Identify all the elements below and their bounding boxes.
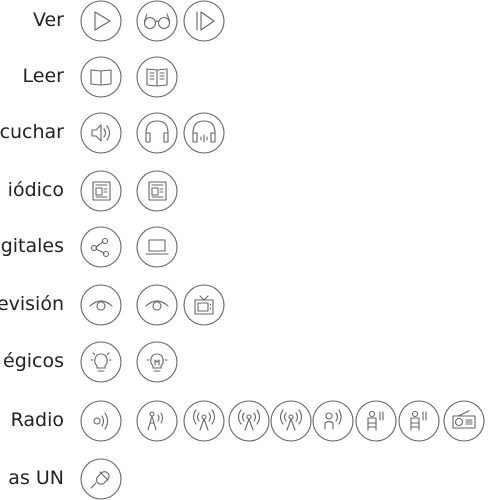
category-label: Leer [22,65,64,87]
radio-waves-icon[interactable] [80,400,122,442]
newspaper-icon[interactable] [80,170,122,212]
category-label: as UN [8,467,64,489]
row-television: evisión [0,284,500,326]
broadcast-icon[interactable] [183,400,225,442]
speaker-icon[interactable] [80,112,122,154]
category-label: iódico [7,179,64,201]
headphones-icon[interactable] [136,112,178,154]
book-lines-icon[interactable] [136,56,178,98]
newspaper-icon[interactable] [136,170,178,212]
share-nodes-icon[interactable] [80,226,122,268]
category-label: égicos [3,350,64,372]
lightbulb-filament-icon[interactable] [136,341,178,383]
antenna-icon[interactable] [136,400,178,442]
row-radio: Radio [0,400,500,442]
tower-icon[interactable] [355,400,397,442]
play-icon[interactable] [80,0,122,42]
row-digitales: gitales [0,226,500,268]
row-escuchar: cuchar [0,112,500,154]
glasses-icon[interactable] [136,0,178,42]
tv-icon[interactable] [183,284,225,326]
row-periodico: iódico [0,170,500,212]
lightbulb-icon[interactable] [80,341,122,383]
microphone-icon[interactable] [80,458,122,500]
radio-set-icon[interactable] [443,400,485,442]
row-leer: Leer [0,56,500,98]
tower-icon[interactable] [398,400,440,442]
eye-icon[interactable] [136,284,178,326]
broadcast-icon[interactable] [270,400,312,442]
row-campanas-un: as UN [0,458,500,500]
row-estrategicos: égicos [0,341,500,383]
open-book-icon[interactable] [80,56,122,98]
eye-icon[interactable] [80,284,122,326]
headphones-wave-icon[interactable] [183,112,225,154]
category-label: cuchar [0,121,64,143]
category-label: gitales [0,235,64,257]
category-label: evisión [0,293,64,315]
category-label: Radio [10,409,64,431]
laptop-icon[interactable] [136,226,178,268]
row-ver: Ver [0,0,500,42]
step-play-icon[interactable] [183,0,225,42]
broadcast-icon[interactable] [228,400,270,442]
radio-person-icon[interactable] [312,400,354,442]
category-label: Ver [32,9,64,31]
